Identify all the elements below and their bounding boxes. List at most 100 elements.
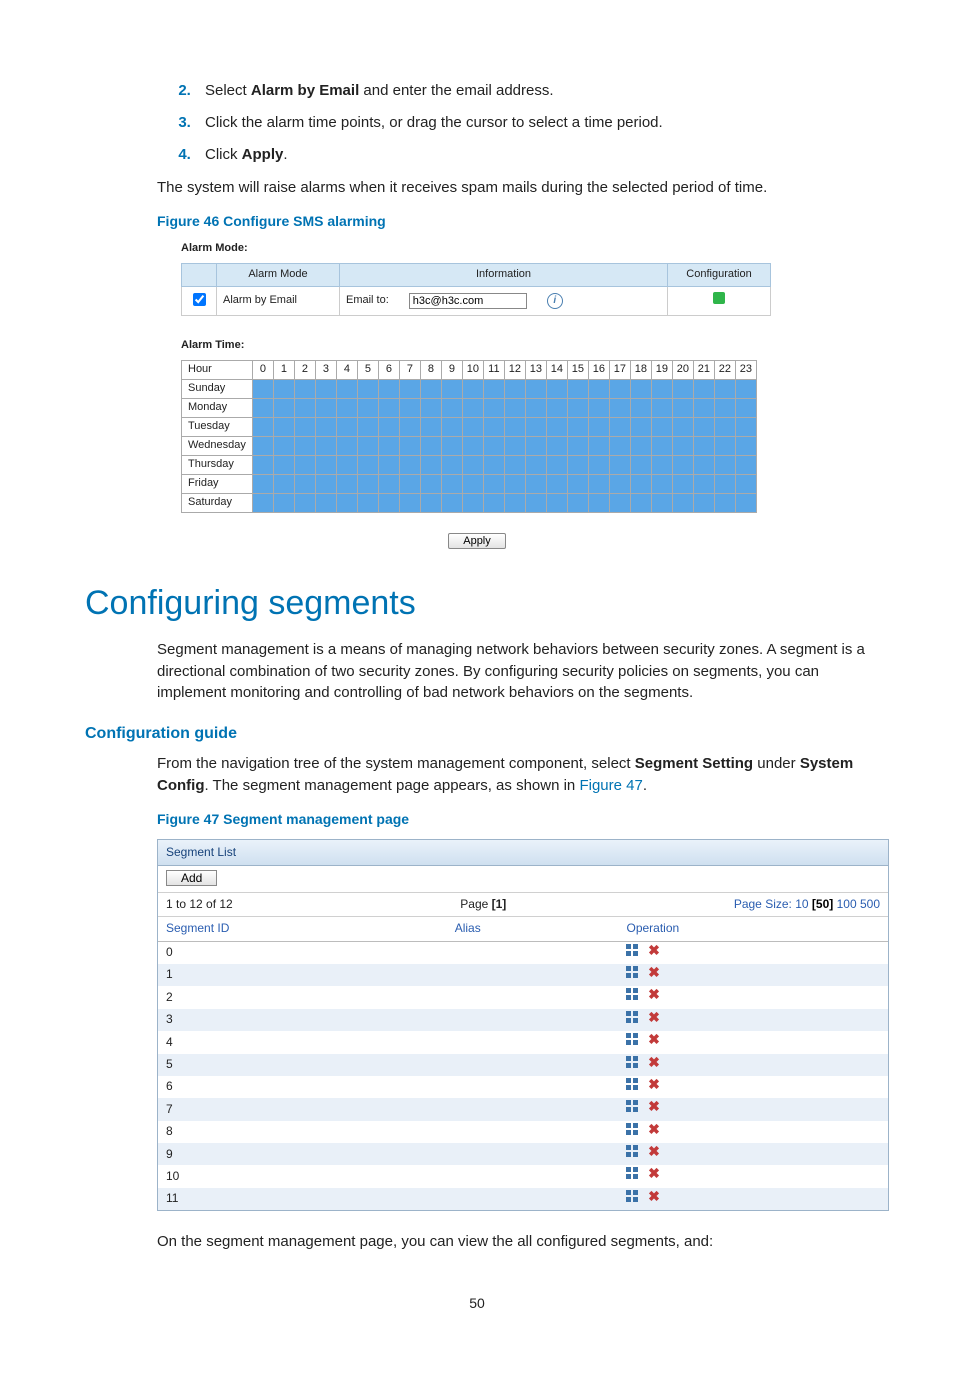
time-cell[interactable] bbox=[273, 379, 294, 398]
time-cell[interactable] bbox=[672, 436, 693, 455]
time-cell[interactable] bbox=[399, 493, 420, 512]
time-cell[interactable] bbox=[420, 493, 441, 512]
time-cell[interactable] bbox=[399, 379, 420, 398]
time-cell[interactable] bbox=[714, 455, 735, 474]
time-cell[interactable] bbox=[525, 455, 546, 474]
time-cell[interactable] bbox=[546, 436, 567, 455]
time-cell[interactable] bbox=[546, 455, 567, 474]
time-cell[interactable] bbox=[525, 379, 546, 398]
time-cell[interactable] bbox=[672, 417, 693, 436]
delete-icon[interactable]: ✖ bbox=[647, 1190, 660, 1203]
time-cell[interactable] bbox=[609, 379, 630, 398]
time-cell[interactable] bbox=[336, 474, 357, 493]
time-cell[interactable] bbox=[567, 455, 588, 474]
edit-icon[interactable] bbox=[626, 1011, 639, 1024]
time-cell[interactable] bbox=[525, 493, 546, 512]
delete-icon[interactable]: ✖ bbox=[647, 988, 660, 1001]
time-cell[interactable] bbox=[315, 455, 336, 474]
time-cell[interactable] bbox=[273, 398, 294, 417]
time-cell[interactable] bbox=[588, 417, 609, 436]
time-cell[interactable] bbox=[294, 455, 315, 474]
time-cell[interactable] bbox=[630, 398, 651, 417]
page-size-option[interactable]: 100 bbox=[837, 897, 857, 911]
time-cell[interactable] bbox=[462, 398, 483, 417]
time-cell[interactable] bbox=[483, 455, 504, 474]
time-cell[interactable] bbox=[546, 493, 567, 512]
time-cell[interactable] bbox=[315, 474, 336, 493]
time-cell[interactable] bbox=[651, 474, 672, 493]
time-cell[interactable] bbox=[693, 493, 714, 512]
time-cell[interactable] bbox=[714, 417, 735, 436]
edit-icon[interactable] bbox=[626, 1145, 639, 1158]
edit-icon[interactable] bbox=[626, 966, 639, 979]
time-cell[interactable] bbox=[504, 417, 525, 436]
time-cell[interactable] bbox=[483, 436, 504, 455]
time-cell[interactable] bbox=[525, 474, 546, 493]
time-cell[interactable] bbox=[378, 474, 399, 493]
delete-icon[interactable]: ✖ bbox=[647, 1123, 660, 1136]
time-cell[interactable] bbox=[483, 379, 504, 398]
time-cell[interactable] bbox=[504, 455, 525, 474]
time-cell[interactable] bbox=[357, 398, 378, 417]
time-cell[interactable] bbox=[483, 493, 504, 512]
time-cell[interactable] bbox=[294, 493, 315, 512]
time-cell[interactable] bbox=[357, 474, 378, 493]
time-cell[interactable] bbox=[609, 436, 630, 455]
time-cell[interactable] bbox=[357, 417, 378, 436]
time-cell[interactable] bbox=[462, 474, 483, 493]
time-cell[interactable] bbox=[273, 455, 294, 474]
time-cell[interactable] bbox=[336, 417, 357, 436]
time-cell[interactable] bbox=[399, 474, 420, 493]
time-cell[interactable] bbox=[693, 455, 714, 474]
time-cell[interactable] bbox=[651, 493, 672, 512]
time-cell[interactable] bbox=[252, 398, 273, 417]
time-cell[interactable] bbox=[714, 474, 735, 493]
time-cell[interactable] bbox=[399, 398, 420, 417]
time-cell[interactable] bbox=[651, 417, 672, 436]
time-cell[interactable] bbox=[315, 379, 336, 398]
time-cell[interactable] bbox=[294, 398, 315, 417]
delete-icon[interactable]: ✖ bbox=[647, 1145, 660, 1158]
time-cell[interactable] bbox=[567, 493, 588, 512]
time-cell[interactable] bbox=[462, 493, 483, 512]
time-cell[interactable] bbox=[525, 417, 546, 436]
time-cell[interactable] bbox=[294, 379, 315, 398]
time-cell[interactable] bbox=[420, 379, 441, 398]
time-cell[interactable] bbox=[735, 379, 756, 398]
time-cell[interactable] bbox=[546, 474, 567, 493]
time-cell[interactable] bbox=[441, 417, 462, 436]
time-cell[interactable] bbox=[588, 455, 609, 474]
time-cell[interactable] bbox=[609, 474, 630, 493]
time-cell[interactable] bbox=[483, 474, 504, 493]
time-cell[interactable] bbox=[441, 474, 462, 493]
time-cell[interactable] bbox=[441, 398, 462, 417]
time-cell[interactable] bbox=[609, 417, 630, 436]
time-cell[interactable] bbox=[630, 455, 651, 474]
time-cell[interactable] bbox=[693, 474, 714, 493]
time-cell[interactable] bbox=[462, 417, 483, 436]
time-cell[interactable] bbox=[504, 436, 525, 455]
time-cell[interactable] bbox=[735, 398, 756, 417]
edit-icon[interactable] bbox=[626, 1033, 639, 1046]
add-segment-button[interactable]: Add bbox=[166, 870, 217, 886]
time-cell[interactable] bbox=[315, 417, 336, 436]
time-cell[interactable] bbox=[735, 436, 756, 455]
time-cell[interactable] bbox=[525, 436, 546, 455]
time-cell[interactable] bbox=[420, 455, 441, 474]
time-cell[interactable] bbox=[315, 398, 336, 417]
time-cell[interactable] bbox=[441, 493, 462, 512]
time-cell[interactable] bbox=[672, 379, 693, 398]
time-cell[interactable] bbox=[483, 398, 504, 417]
time-cell[interactable] bbox=[567, 474, 588, 493]
alarm-time-grid[interactable]: Hour012345678910111213141516171819202122… bbox=[181, 360, 757, 513]
time-cell[interactable] bbox=[525, 398, 546, 417]
delete-icon[interactable]: ✖ bbox=[647, 1100, 660, 1113]
time-cell[interactable] bbox=[672, 455, 693, 474]
time-cell[interactable] bbox=[357, 455, 378, 474]
edit-icon[interactable] bbox=[626, 1123, 639, 1136]
time-cell[interactable] bbox=[735, 474, 756, 493]
time-cell[interactable] bbox=[273, 474, 294, 493]
time-cell[interactable] bbox=[693, 379, 714, 398]
config-icon[interactable] bbox=[713, 292, 725, 304]
time-cell[interactable] bbox=[735, 417, 756, 436]
